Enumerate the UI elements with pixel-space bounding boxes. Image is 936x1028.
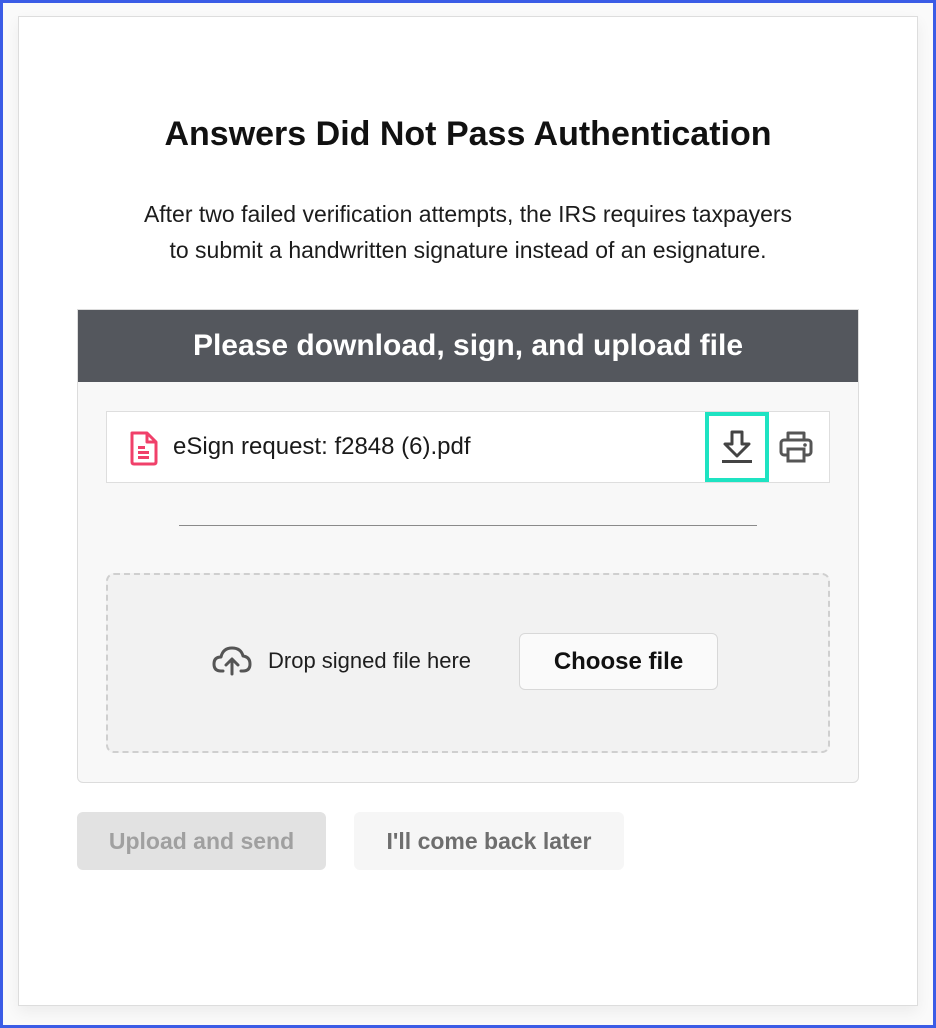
download-icon (722, 430, 752, 463)
pdf-file-icon (130, 431, 158, 466)
description-line-1: After two failed verification attempts, … (143, 201, 793, 227)
printer-icon (779, 431, 813, 463)
cloud-upload-icon (212, 646, 252, 676)
file-name[interactable]: eSign request: f2848 (6).pdf (173, 412, 471, 482)
file-row: eSign request: f2848 (6).pdf (106, 411, 830, 483)
upload-panel: Please download, sign, and upload file e… (77, 309, 859, 783)
divider (179, 525, 757, 526)
download-button[interactable] (705, 412, 769, 482)
description-line-2: to submit a handwritten signature instea… (169, 237, 767, 263)
print-button[interactable] (771, 412, 821, 482)
page-title: Answers Did Not Pass Authentication (164, 115, 772, 153)
file-dropzone[interactable]: Drop signed file here Choose file (106, 573, 830, 753)
page-description: After two failed verification attempts, … (0, 196, 936, 268)
choose-file-button[interactable]: Choose file (519, 633, 718, 690)
upload-and-send-button[interactable]: Upload and send (77, 812, 326, 870)
come-back-later-button[interactable]: I'll come back later (354, 812, 624, 870)
dropzone-label: Drop signed file here (268, 648, 472, 673)
panel-header: Please download, sign, and upload file (78, 310, 858, 382)
